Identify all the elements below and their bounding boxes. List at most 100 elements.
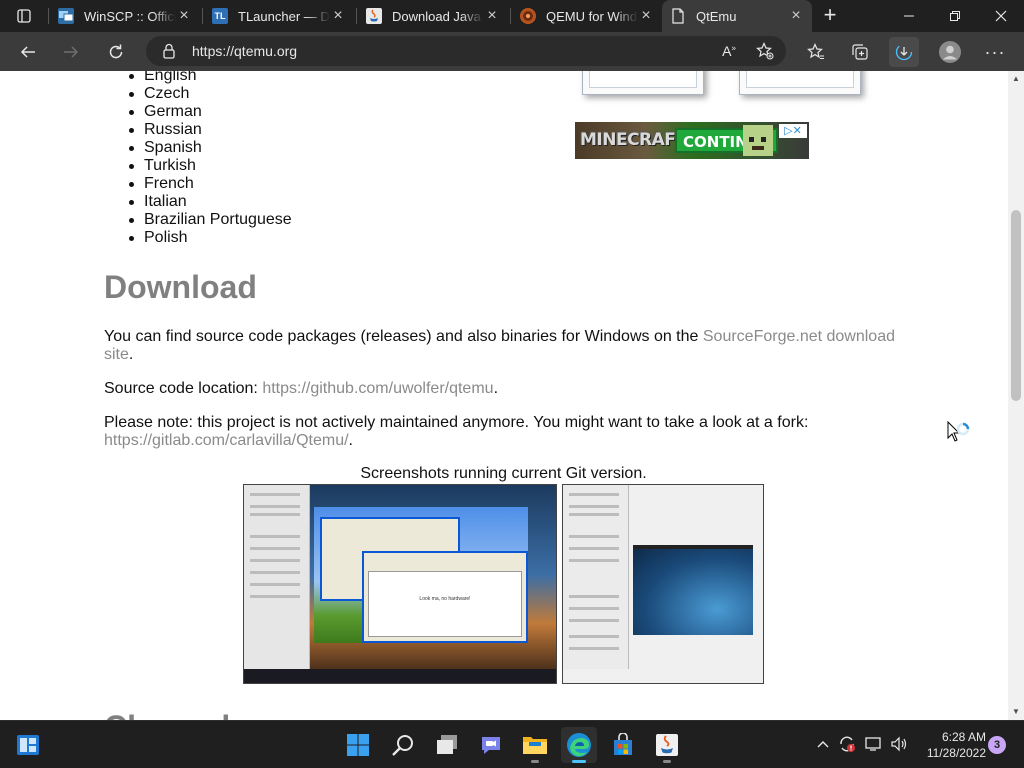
tab-label: QEMU for Windows <box>546 8 638 24</box>
list-item: English <box>104 71 292 85</box>
tab-actions-button[interactable] <box>8 4 40 28</box>
list-item: Spanish <box>104 139 292 157</box>
volume-icon <box>891 736 907 752</box>
back-arrow-icon <box>20 46 35 58</box>
network-icon <box>865 737 881 751</box>
avatar-icon <box>939 41 961 63</box>
edge-icon <box>567 733 591 757</box>
back-button[interactable] <box>13 37 43 67</box>
close-tab-icon[interactable]: × <box>176 8 192 24</box>
list-item: Czech <box>104 85 292 103</box>
widgets-button[interactable] <box>10 727 46 763</box>
screenshot-fedora[interactable] <box>562 484 764 684</box>
tab-separator <box>202 8 203 24</box>
network-button[interactable] <box>863 733 885 755</box>
start-button[interactable] <box>340 727 376 763</box>
gitlab-link[interactable]: https://gitlab.com/carlavilla/Qtemu/ <box>104 432 349 449</box>
page-scrollbar[interactable]: ▲ ▼ <box>1008 71 1024 720</box>
url-text[interactable]: https://qtemu.org <box>192 43 297 59</box>
tab-tlauncher[interactable]: TL TLauncher — Download × <box>204 0 354 32</box>
tab-separator <box>510 8 511 24</box>
refresh-button[interactable] <box>101 37 131 67</box>
star-add-icon <box>756 42 774 60</box>
store-icon <box>614 733 632 755</box>
scroll-down-icon[interactable]: ▼ <box>1011 707 1021 717</box>
more-icon: ··· <box>984 41 1006 62</box>
show-hidden-icons-button[interactable] <box>812 733 834 755</box>
store-button[interactable] <box>605 727 641 763</box>
favorites-button[interactable] <box>801 37 831 67</box>
tab-java[interactable]: Download Java for Windows × <box>358 0 508 32</box>
close-tab-icon[interactable]: × <box>638 8 654 24</box>
ad-choices-icon[interactable]: ▷✕ <box>779 124 807 138</box>
tab-label: QtEmu <box>696 8 737 24</box>
task-view-button[interactable] <box>429 727 465 763</box>
tab-label: TLauncher — Download <box>238 8 330 24</box>
volume-button[interactable] <box>888 733 910 755</box>
creeper-face-icon <box>743 125 773 156</box>
paragraph-text: . <box>493 380 499 397</box>
edge-button[interactable] <box>561 727 597 763</box>
file-explorer-icon <box>523 737 547 754</box>
download-heading: Download <box>104 269 257 305</box>
chat-button[interactable] <box>473 727 509 763</box>
tab-separator <box>356 8 357 24</box>
new-tab-button[interactable]: + <box>818 4 842 28</box>
screenshot-thumbnail[interactable] <box>582 71 704 95</box>
start-icon <box>347 734 369 756</box>
plus-icon: + <box>823 2 837 27</box>
tab-qemu[interactable]: QEMU for Windows × <box>512 0 662 32</box>
search-icon <box>392 735 413 756</box>
address-bar[interactable]: https://qtemu.org A» <box>146 36 786 66</box>
close-tab-icon[interactable]: × <box>330 8 346 24</box>
screenshot-windows-xp[interactable]: Look ma, no hardware! <box>243 484 557 684</box>
collections-icon <box>852 44 868 60</box>
read-aloud-icon: A» <box>722 43 736 59</box>
tab-winscp[interactable]: WinSCP :: Official Site × <box>50 0 200 32</box>
clock-date: 11/28/2022 <box>926 746 986 760</box>
ad-banner[interactable]: MINECRAFT CONTINUE ▷✕ <box>575 122 809 159</box>
scroll-up-icon[interactable]: ▲ <box>1011 74 1021 84</box>
close-tab-icon[interactable]: × <box>484 8 500 24</box>
refresh-icon <box>109 44 123 59</box>
downloads-button[interactable] <box>889 37 919 67</box>
java-installer-button[interactable] <box>649 727 685 763</box>
sync-status-button[interactable] <box>836 733 858 755</box>
qemu-icon <box>520 8 536 24</box>
forward-button[interactable] <box>56 37 86 67</box>
changelog-heading: Changelog <box>104 709 269 720</box>
lock-icon[interactable] <box>162 43 176 59</box>
notification-badge[interactable]: 3 <box>988 736 1006 754</box>
tab-label: Download Java for Windows <box>392 8 484 24</box>
task-view-icon <box>437 735 457 754</box>
paragraph-text: . <box>128 346 134 363</box>
restore-button[interactable] <box>932 0 978 32</box>
page-viewport: English Czech German Russian Spanish Tur… <box>0 71 1008 720</box>
settings-menu-button[interactable]: ··· <box>980 37 1010 67</box>
language-list: English Czech German Russian Spanish Tur… <box>104 71 292 247</box>
tab-label: WinSCP :: Official Site <box>84 8 176 24</box>
add-favorite-button[interactable] <box>750 36 780 66</box>
collections-button[interactable] <box>845 37 875 67</box>
search-button[interactable] <box>385 727 421 763</box>
java-icon <box>656 734 678 756</box>
system-clock[interactable]: 6:28 AM 11/28/2022 <box>914 729 986 761</box>
file-explorer-button[interactable] <box>517 727 553 763</box>
github-link[interactable]: https://github.com/uwolfer/qtemu <box>262 380 493 397</box>
profile-button[interactable] <box>935 37 965 67</box>
minimize-button[interactable] <box>886 0 932 32</box>
widgets-icon <box>17 735 39 755</box>
tab-actions-icon <box>17 9 31 23</box>
java-icon <box>366 8 382 24</box>
read-aloud-button[interactable]: A» <box>714 36 744 66</box>
close-tab-icon[interactable]: × <box>788 8 804 24</box>
list-item: Turkish <box>104 157 292 175</box>
screenshot-thumbnail[interactable] <box>739 71 861 95</box>
clock-time: 6:28 AM <box>941 730 986 744</box>
tab-qtemu[interactable]: QtEmu × <box>662 0 812 32</box>
scroll-thumb[interactable] <box>1011 210 1021 401</box>
busy-cursor-icon <box>947 421 970 442</box>
list-item: Polish <box>104 229 292 247</box>
list-item: German <box>104 103 292 121</box>
close-window-button[interactable] <box>978 0 1024 32</box>
